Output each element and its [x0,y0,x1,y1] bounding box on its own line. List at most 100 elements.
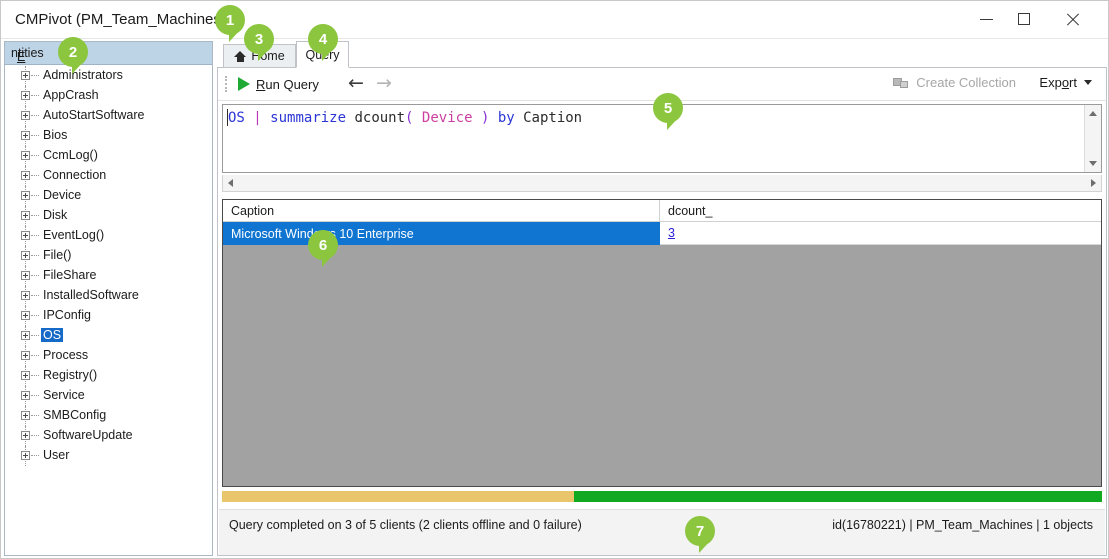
expand-icon[interactable] [21,271,30,280]
sidebar-item-installedsoftware[interactable]: InstalledSoftware [5,286,212,306]
status-collection-info: id(16780221) | PM_Team_Machines | 1 obje… [832,518,1093,532]
expand-icon[interactable] [21,371,30,380]
column-header-dcount[interactable]: dcount_ [660,200,1101,221]
maximize-button[interactable] [1001,1,1047,37]
sidebar-item-label: EventLog() [43,228,105,242]
sidebar-item-appcrash[interactable]: AppCrash [5,86,212,106]
progress-bar [222,491,1102,502]
sidebar-item-user[interactable]: User [5,446,212,466]
close-button[interactable] [1049,1,1095,37]
progress-segment-complete [574,491,1102,502]
column-header-caption[interactable]: Caption [223,200,660,221]
callout-badge-7: 7 [685,516,715,553]
expand-icon[interactable] [21,171,30,180]
sidebar-item-file[interactable]: File() [5,246,212,266]
tree-connector-dots [31,295,39,297]
expand-icon[interactable] [21,151,30,160]
entities-tree[interactable]: Administrators AppCrash AutoStartSoftware B… [5,66,212,554]
scroll-down-icon[interactable] [1089,161,1097,166]
maximize-icon [1018,13,1030,25]
tree-connector-dots [31,375,39,377]
sidebar-item-ccmlog[interactable]: CcmLog() [5,146,212,166]
close-icon [1065,12,1080,27]
tree-connector-dots [31,455,39,457]
query-token-plain [515,110,523,126]
callout-badge-5: 5 [653,93,683,130]
sidebar-item-process[interactable]: Process [5,346,212,366]
dcount-link[interactable]: 3 [668,226,675,240]
sidebar-item-label: Disk [43,208,68,222]
expand-icon[interactable] [21,431,30,440]
back-button[interactable]: ← [344,72,368,96]
expand-icon[interactable] [21,351,30,360]
expand-icon[interactable] [21,411,30,420]
create-collection-button[interactable]: Create Collection [893,75,1016,90]
sidebar-item-label: File() [43,248,72,262]
expand-icon[interactable] [21,251,30,260]
expand-icon[interactable] [21,111,30,120]
sidebar-item-fileshare[interactable]: FileShare [5,266,212,286]
expand-icon[interactable] [21,391,30,400]
sidebar-item-os[interactable]: OS [5,326,212,346]
cmpivot-window: CMPivot (PM_Team_Machines) Entities Admi… [0,0,1109,559]
sidebar-item-ipconfig[interactable]: IPConfig [5,306,212,326]
editor-vertical-scrollbar[interactable] [1084,105,1101,172]
sidebar-item-label: SMBConfig [43,408,107,422]
callout-badge-1: 1 [215,5,245,42]
expand-icon[interactable] [21,311,30,320]
expand-icon[interactable] [21,451,30,460]
tree-connector-dots [31,415,39,417]
expand-icon[interactable] [21,331,30,340]
query-content-frame: Run Query ← → Create Collection Export O… [217,67,1107,556]
query-token-keyword: by [497,110,515,126]
sidebar-item-autostartsoftware[interactable]: AutoStartSoftware [5,106,212,126]
tree-connector-dots [31,95,39,97]
sidebar-item-bios[interactable]: Bios [5,126,212,146]
tree-connector-dots [31,175,39,177]
sidebar-item-label: AppCrash [43,88,99,102]
expand-icon[interactable] [21,191,30,200]
scroll-left-icon[interactable] [228,179,233,187]
scroll-right-icon[interactable] [1091,179,1096,187]
expand-icon[interactable] [21,131,30,140]
table-row[interactable]: Microsoft Windows 10 Enterprise 3 [223,222,1101,245]
sidebar-item-eventlog[interactable]: EventLog() [5,226,212,246]
sidebar-item-softwareupdate[interactable]: SoftwareUpdate [5,426,212,446]
home-icon [234,50,247,62]
sidebar-item-label: IPConfig [43,308,91,322]
query-token-keyword: summarize [270,110,347,126]
editor-horizontal-scrollbar[interactable] [222,175,1102,192]
query-token-plain: Caption [523,110,583,126]
sidebar-item-service[interactable]: Service [5,386,212,406]
cell-dcount[interactable]: 3 [660,222,1101,245]
tree-connector-dots [31,275,39,277]
toolbar-grip[interactable] [225,76,229,92]
export-button[interactable]: Export [1039,75,1092,90]
expand-icon[interactable] [21,291,30,300]
query-text[interactable]: OS | summarize dcount( Device ) by Capti… [228,109,582,127]
sidebar-item-disk[interactable]: Disk [5,206,212,226]
cell-caption[interactable]: Microsoft Windows 10 Enterprise [223,222,660,245]
tree-connector-dots [31,75,39,77]
forward-button[interactable]: → [372,72,396,96]
sidebar-item-smbconfig[interactable]: SMBConfig [5,406,212,426]
results-grid[interactable]: Caption dcount_ Microsoft Windows 10 Ent… [222,199,1102,487]
callout-badge-2: 2 [58,37,88,74]
callout-badge-3: 3 [244,24,274,61]
sidebar-item-label: Connection [43,168,107,182]
tree-connector-dots [31,195,39,197]
tab-strip: Home Query [217,41,1107,68]
run-query-button[interactable]: Run Query [234,73,323,95]
expand-icon[interactable] [21,71,30,80]
sidebar-item-device[interactable]: Device [5,186,212,206]
tree-connector-dots [31,315,39,317]
expand-icon[interactable] [21,91,30,100]
results-header-row: Caption dcount_ [223,200,1101,222]
expand-icon[interactable] [21,231,30,240]
sidebar-item-registry[interactable]: Registry() [5,366,212,386]
scroll-up-icon[interactable] [1089,111,1097,116]
sidebar-item-administrators[interactable]: Administrators [5,66,212,86]
expand-icon[interactable] [21,211,30,220]
sidebar-item-label: FileShare [43,268,97,282]
sidebar-item-connection[interactable]: Connection [5,166,212,186]
